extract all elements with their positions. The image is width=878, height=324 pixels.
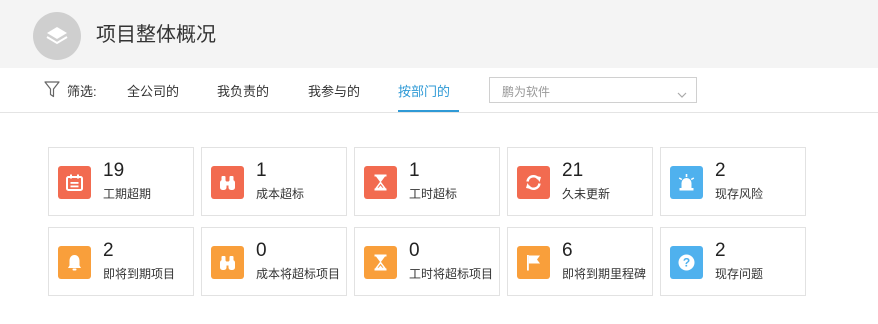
stat-label: 成本将超标项目 [256,267,341,281]
stat-card[interactable]: 1 成本超标 [201,147,347,216]
flag-icon [517,246,550,279]
stat-card[interactable]: 21 久未更新 [507,147,653,216]
stat-card[interactable]: ? 2 现存问题 [660,227,806,296]
question-icon: ? [670,246,703,279]
stat-value: 21 [562,160,584,181]
department-select-value: 鹏为软件 [502,85,551,99]
stat-label: 工期超期 [103,187,152,201]
bell-icon [58,246,91,279]
svg-text:?: ? [683,256,690,270]
stat-card[interactable]: 1 工时超标 [354,147,500,216]
department-select[interactable]: 鹏为软件 [489,77,697,103]
stat-value: 0 [409,240,420,261]
stat-card[interactable]: 0 成本将超标项目 [201,227,347,296]
filter-label: 筛选: [67,84,97,99]
stat-value: 2 [103,240,114,261]
stat-value: 0 [256,240,267,261]
tab-my-responsible[interactable]: 我负责的 [217,81,269,100]
stat-label: 现存风险 [715,187,764,201]
stat-value: 1 [256,160,267,181]
page-title: 项目整体概况 [96,24,216,46]
tab-by-department[interactable]: 按部门的 [398,81,450,100]
calendar-icon [58,166,91,199]
chevron-down-icon [677,86,687,104]
binoculars-icon [211,166,244,199]
stat-card[interactable]: 2 现存风险 [660,147,806,216]
stat-label: 现存问题 [715,267,764,281]
stat-label: 成本超标 [256,187,305,201]
tab-company[interactable]: 全公司的 [127,81,179,100]
filter-icon [44,81,60,103]
stat-value: 2 [715,240,726,261]
filter-bar: 筛选: 全公司的 我负责的 我参与的 按部门的 鹏为软件 [0,68,878,113]
tab-my-participating[interactable]: 我参与的 [308,81,360,100]
stat-value: 2 [715,160,726,181]
stat-value: 1 [409,160,420,181]
alarm-light-icon [670,166,703,199]
stat-card[interactable]: 6 即将到期里程碑 [507,227,653,296]
active-tab-indicator [398,110,459,112]
stat-label: 即将到期项目 [103,267,176,281]
stat-card[interactable]: 0 工时将超标项目 [354,227,500,296]
hourglass-icon [364,246,397,279]
stat-label: 即将到期里程碑 [562,267,647,281]
stat-label: 久未更新 [562,187,611,201]
hourglass-icon [364,166,397,199]
binoculars-icon [211,246,244,279]
stat-value: 19 [103,160,125,181]
refresh-icon [517,166,550,199]
stat-value: 6 [562,240,573,261]
stat-card[interactable]: 2 即将到期项目 [48,227,194,296]
page-header: 项目整体概况 [0,0,878,68]
layers-icon [33,12,81,60]
stat-label: 工时将超标项目 [409,267,494,281]
stat-card[interactable]: 19 工期超期 [48,147,194,216]
stat-label: 工时超标 [409,187,458,201]
